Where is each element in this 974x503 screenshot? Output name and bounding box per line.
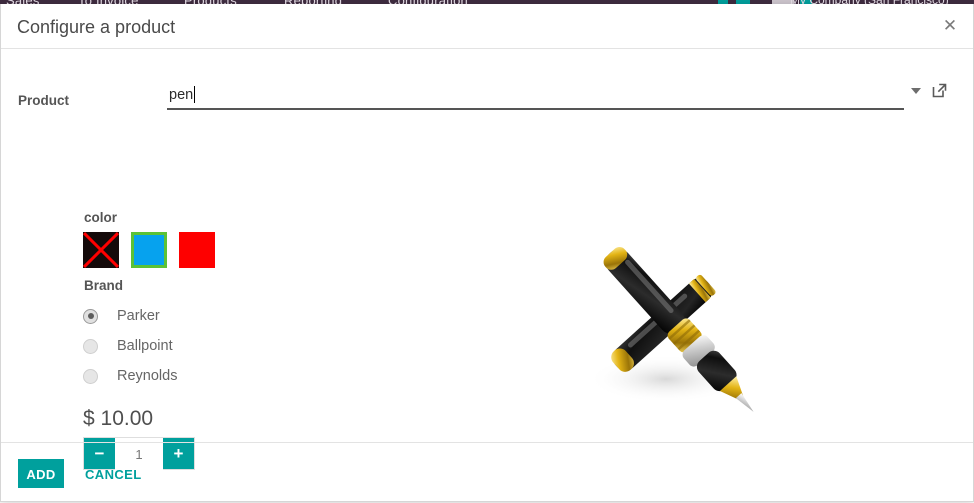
brand-radio-ballpoint-label: Ballpoint bbox=[117, 338, 173, 354]
brand-radio-ballpoint[interactable]: Ballpoint bbox=[83, 338, 173, 354]
chevron-down-icon[interactable] bbox=[911, 88, 921, 94]
brand-radio-parker[interactable]: Parker bbox=[83, 308, 160, 324]
color-attribute-heading: color bbox=[84, 210, 118, 225]
color-swatch-red[interactable] bbox=[179, 232, 215, 268]
color-swatch-blue[interactable] bbox=[131, 232, 167, 268]
configure-product-dialog: Configure a product ✕ Product color bbox=[0, 4, 974, 502]
dialog-title: Configure a product bbox=[17, 17, 176, 37]
add-button[interactable]: ADD bbox=[18, 459, 64, 488]
brand-radio-parker-label: Parker bbox=[117, 308, 160, 324]
text-caret bbox=[194, 86, 195, 103]
product-field-label: Product bbox=[18, 93, 70, 108]
product-field-group bbox=[167, 83, 947, 110]
radio-unselected-icon bbox=[83, 368, 98, 384]
color-swatch-black[interactable] bbox=[82, 231, 120, 269]
close-icon[interactable]: ✕ bbox=[939, 16, 961, 38]
brand-attribute-heading: Brand bbox=[84, 278, 124, 293]
cancel-button[interactable]: CANCEL bbox=[79, 459, 148, 488]
radio-unselected-icon bbox=[83, 338, 98, 354]
dialog-header: Configure a product ✕ bbox=[1, 4, 973, 49]
dialog-body: Product color Brand bbox=[1, 49, 973, 471]
external-link-icon[interactable] bbox=[930, 81, 949, 105]
product-image bbox=[566, 204, 776, 444]
dialog-footer: ADD CANCEL bbox=[1, 442, 973, 503]
color-swatch-group bbox=[82, 231, 215, 269]
radio-selected-icon bbox=[83, 308, 98, 324]
brand-radio-reynolds-label: Reynolds bbox=[117, 368, 178, 384]
brand-radio-reynolds[interactable]: Reynolds bbox=[83, 368, 177, 384]
product-price: $ 10.00 bbox=[83, 407, 154, 430]
product-input[interactable] bbox=[167, 87, 904, 110]
